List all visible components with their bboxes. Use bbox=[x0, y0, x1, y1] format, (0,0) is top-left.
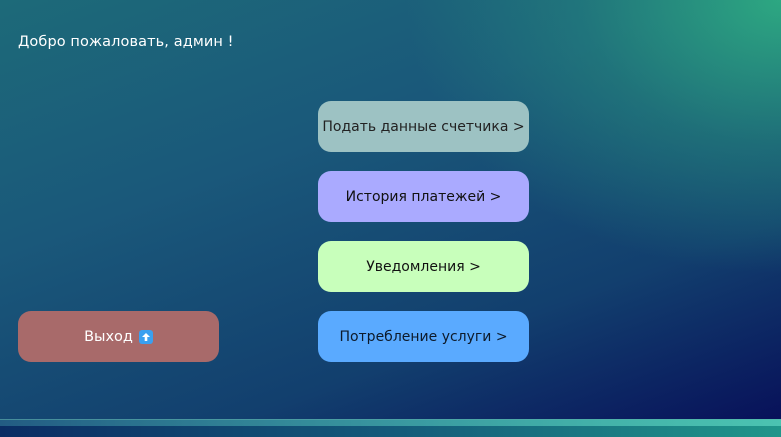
submit-meter-data-label: Подать данные счетчика > bbox=[322, 118, 525, 135]
exit-label: Выход bbox=[84, 328, 133, 345]
payment-history-label: История платежей > bbox=[345, 188, 502, 205]
payment-history-button[interactable]: История платежей > bbox=[318, 171, 529, 222]
welcome-message: Добро пожаловать, админ ! bbox=[18, 34, 234, 50]
bottom-bar-highlight bbox=[0, 420, 781, 426]
service-usage-button[interactable]: Потребление услуги > bbox=[318, 311, 529, 362]
exit-button[interactable]: Выход bbox=[18, 311, 219, 362]
bottom-bar bbox=[0, 419, 781, 437]
service-usage-label: Потребление услуги > bbox=[339, 328, 508, 345]
submit-meter-data-button[interactable]: Подать данные счетчика > bbox=[318, 101, 529, 152]
up-arrow-icon bbox=[138, 329, 153, 344]
notifications-button[interactable]: Уведомления > bbox=[318, 241, 529, 292]
notifications-label: Уведомления > bbox=[366, 258, 481, 275]
main-screen: Добро пожаловать, админ ! Подать данные … bbox=[0, 0, 781, 437]
